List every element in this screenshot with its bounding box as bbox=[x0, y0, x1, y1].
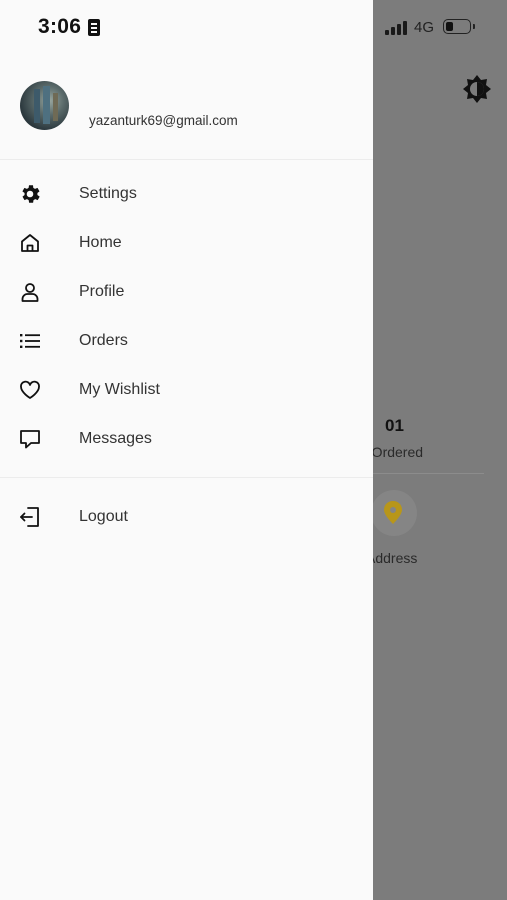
menu-item-wishlist[interactable]: My Wishlist bbox=[0, 368, 373, 412]
logout-icon bbox=[18, 505, 42, 529]
network-type: 4G bbox=[414, 19, 435, 36]
menu-item-profile[interactable]: Profile bbox=[0, 270, 373, 314]
theme-toggle-icon[interactable] bbox=[462, 74, 492, 104]
location-pin-icon bbox=[381, 500, 405, 526]
navigation-drawer: 3:06 yazanturk69@gmail.com Settings Home bbox=[0, 0, 373, 900]
gear-icon bbox=[18, 182, 42, 206]
signal-icon bbox=[385, 21, 407, 35]
status-bar-right: 4G bbox=[367, 0, 507, 58]
menu-item-label: Messages bbox=[79, 430, 152, 447]
divider bbox=[372, 473, 484, 474]
avatar[interactable] bbox=[20, 81, 69, 130]
message-icon bbox=[18, 427, 42, 451]
menu-item-label: Settings bbox=[79, 185, 137, 202]
user-email: yazanturk69@gmail.com bbox=[89, 113, 238, 128]
menu-item-label: Profile bbox=[79, 283, 125, 300]
menu-item-settings[interactable]: Settings bbox=[0, 172, 373, 216]
heart-icon bbox=[18, 378, 42, 402]
address-label: Address bbox=[366, 550, 418, 566]
menu-item-messages[interactable]: Messages bbox=[0, 417, 373, 461]
ordered-count: 01 bbox=[385, 416, 404, 435]
sim-card-icon bbox=[88, 19, 100, 36]
header-divider bbox=[0, 159, 373, 160]
menu-item-label: My Wishlist bbox=[79, 381, 160, 398]
menu-item-home[interactable]: Home bbox=[0, 221, 373, 265]
user-icon bbox=[18, 280, 42, 304]
menu-item-label: Home bbox=[79, 234, 122, 251]
menu-item-label: Orders bbox=[79, 332, 128, 349]
battery-icon bbox=[443, 19, 475, 34]
menu-item-orders[interactable]: Orders bbox=[0, 319, 373, 363]
status-time: 3:06 bbox=[38, 15, 82, 38]
list-icon bbox=[18, 329, 42, 353]
menu-divider bbox=[0, 477, 373, 478]
logout-label: Logout bbox=[79, 508, 128, 525]
logout-button[interactable]: Logout bbox=[0, 495, 373, 539]
home-icon bbox=[18, 231, 42, 255]
